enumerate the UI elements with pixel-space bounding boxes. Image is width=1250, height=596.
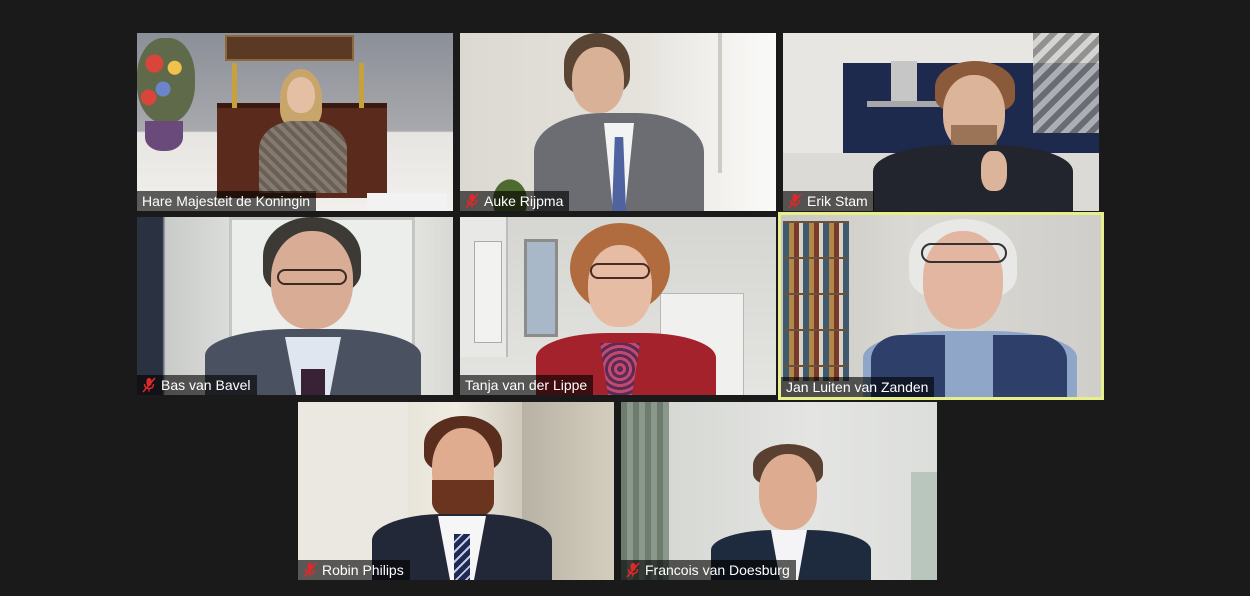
participant-name: Bas van Bavel [161, 377, 251, 393]
microphone-muted-icon [465, 193, 479, 209]
participant-video [460, 33, 776, 211]
participant-video [621, 402, 937, 580]
microphone-muted-icon [142, 377, 156, 393]
participant-video [298, 402, 614, 580]
participant-name: Robin Philips [322, 562, 404, 578]
participant-video [781, 215, 1101, 397]
participant-name-tag: Auke Rijpma [460, 191, 570, 211]
participant-name-tag: Erik Stam [783, 191, 874, 211]
participant-name-tag: Tanja van der Lippe [460, 375, 594, 395]
participant-tile-5[interactable]: Tanja van der Lippe [460, 217, 776, 395]
participant-name: Erik Stam [807, 193, 868, 209]
microphone-muted-icon [626, 562, 640, 578]
participant-name-tag: Bas van Bavel [137, 375, 257, 395]
participant-name-tag: Hare Majesteit de Koningin [137, 191, 317, 211]
participant-tile-4[interactable]: Bas van Bavel [137, 217, 453, 395]
participant-tile-1[interactable]: Hare Majesteit de Koningin [137, 33, 453, 211]
microphone-muted-icon [303, 562, 317, 578]
participant-video [137, 33, 453, 211]
participant-tile-8[interactable]: Francois van Doesburg [621, 402, 937, 580]
video-gallery: Hare Majesteit de Koningin Auke Rijpma E… [0, 0, 1250, 596]
participant-name: Francois van Doesburg [645, 562, 790, 578]
participant-name-tag: Robin Philips [298, 560, 410, 580]
participant-name: Jan Luiten van Zanden [786, 379, 929, 395]
participant-name-tag: Francois van Doesburg [621, 560, 796, 580]
participant-tile-3[interactable]: Erik Stam [783, 33, 1099, 211]
participant-name: Auke Rijpma [484, 193, 564, 209]
microphone-muted-icon [788, 193, 802, 209]
participant-video [460, 217, 776, 395]
participant-video [137, 217, 453, 395]
participant-name-tag: Jan Luiten van Zanden [781, 377, 935, 397]
participant-name: Hare Majesteit de Koningin [142, 193, 311, 209]
participant-video [783, 33, 1099, 211]
participant-tile-2[interactable]: Auke Rijpma [460, 33, 776, 211]
participant-tile-7[interactable]: Robin Philips [298, 402, 614, 580]
participant-name: Tanja van der Lippe [465, 377, 588, 393]
participant-tile-6[interactable]: Jan Luiten van Zanden [778, 212, 1104, 400]
